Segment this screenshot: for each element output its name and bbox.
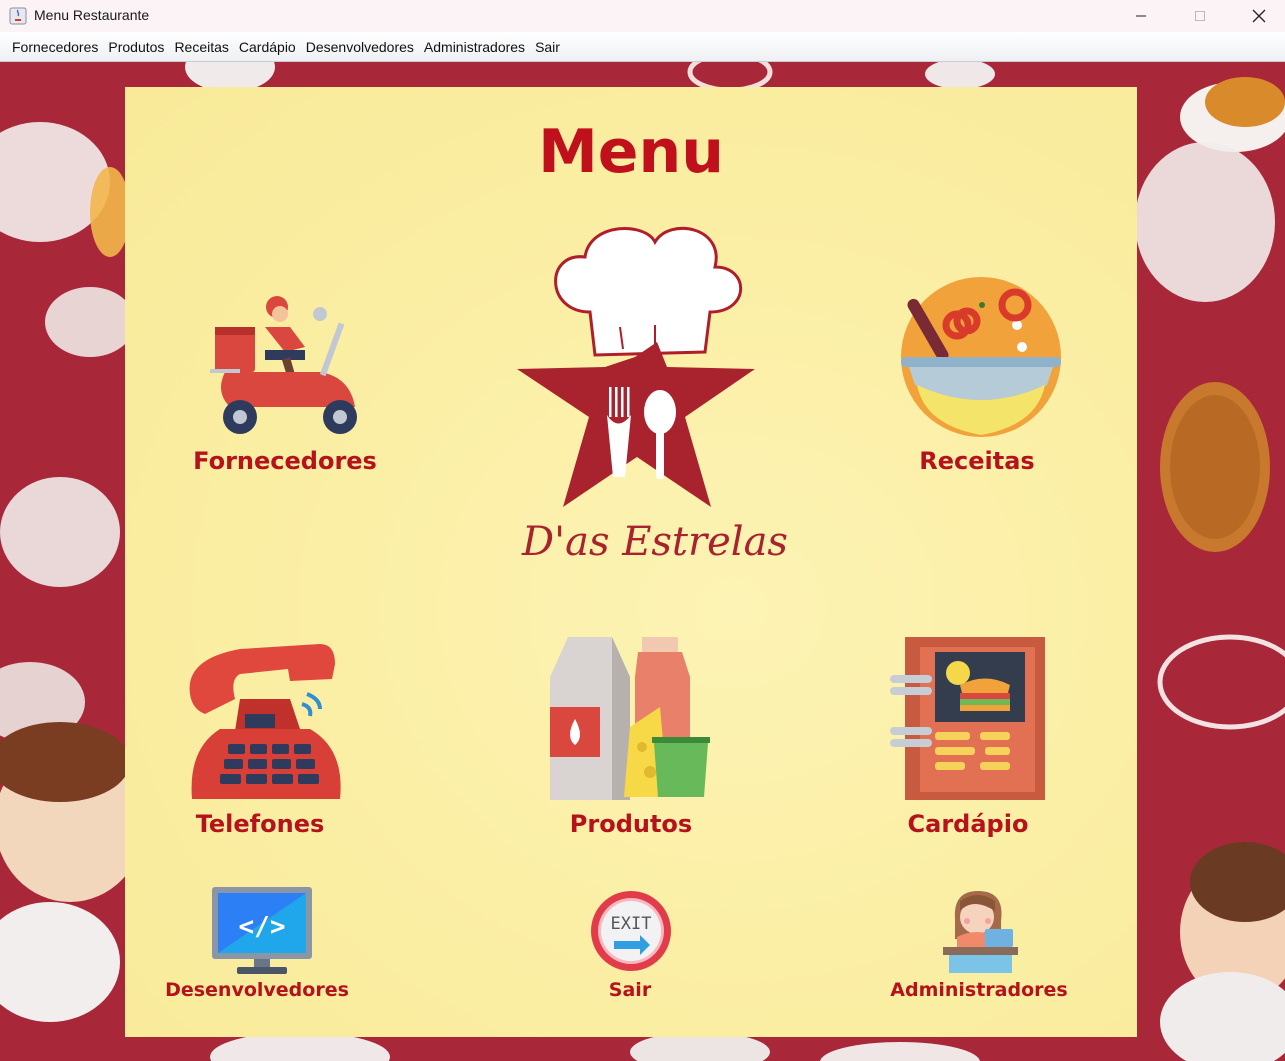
menu-desenvolvedores[interactable]: Desenvolvedores (301, 32, 419, 62)
code-monitor-icon: </> (212, 887, 312, 974)
label-sair[interactable]: Sair (530, 979, 730, 1001)
window-title: Menu Restaurante (34, 7, 150, 23)
menu-panel: Menu D'as Estrelas Fornecedores Receitas… (125, 87, 1137, 1037)
restaurant-logo: D'as Estrelas (505, 217, 805, 582)
tile-cardapio[interactable] (890, 637, 1050, 800)
label-telefones[interactable]: Telefones (160, 810, 360, 838)
exit-sign-text: EXIT (611, 914, 652, 934)
menu-administradores[interactable]: Administradores (419, 32, 530, 62)
label-cardapio[interactable]: Cardápio (868, 810, 1068, 838)
tile-fornecedores[interactable] (210, 292, 360, 442)
page-title: Menu (538, 117, 724, 187)
menu-book-icon (890, 637, 1045, 800)
menu-receitas[interactable]: Receitas (169, 32, 233, 62)
exit-icon: EXIT (591, 891, 671, 971)
label-receitas[interactable]: Receitas (877, 447, 1077, 475)
label-desenvolvedores[interactable]: Desenvolvedores (157, 979, 357, 1001)
cooking-bowl-icon (901, 277, 1061, 437)
tile-desenvolvedores[interactable]: </> (212, 887, 312, 975)
maximize-button[interactable] (1170, 0, 1230, 32)
delivery-scooter-icon (210, 296, 357, 434)
menu-sair[interactable]: Sair (530, 32, 565, 62)
menu-produtos[interactable]: Produtos (103, 32, 169, 62)
tile-receitas[interactable] (897, 275, 1065, 440)
java-app-icon (9, 7, 27, 25)
label-fornecedores[interactable]: Fornecedores (185, 447, 385, 475)
svg-text:</>: </> (239, 912, 286, 942)
maximize-icon (1195, 11, 1205, 21)
tile-sair[interactable]: EXIT (590, 890, 672, 972)
grocery-products-icon (550, 637, 710, 800)
admin-person-icon (943, 891, 1018, 973)
logo-text: D'as Estrelas (521, 519, 788, 565)
menu-fornecedores[interactable]: Fornecedores (7, 32, 103, 62)
minimize-icon (1136, 15, 1146, 17)
chef-star-logo-icon: D'as Estrelas (517, 226, 788, 565)
close-button[interactable] (1229, 0, 1285, 32)
tile-produtos[interactable] (550, 637, 712, 800)
minimize-button[interactable] (1111, 0, 1171, 32)
tile-administradores[interactable] (943, 889, 1018, 974)
phone-icon (189, 644, 341, 799)
window-titlebar: Menu Restaurante (0, 0, 1285, 32)
menu-cardapio[interactable]: Cardápio (234, 32, 301, 62)
tile-telefones[interactable] (180, 639, 345, 802)
close-icon (1252, 9, 1266, 23)
label-administradores[interactable]: Administradores (879, 979, 1079, 1001)
label-produtos[interactable]: Produtos (531, 810, 731, 838)
menu-bar: Fornecedores Produtos Receitas Cardápio … (0, 32, 1285, 62)
